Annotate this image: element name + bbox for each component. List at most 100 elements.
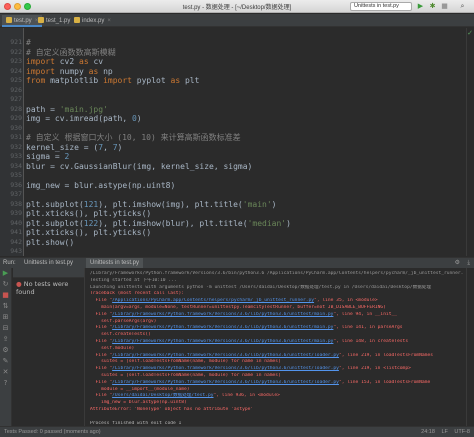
rerun-failed-icon[interactable]: ↻ <box>0 279 11 290</box>
code-line[interactable]: 938 plt.subplot(121), plt.imshow(img), pl… <box>10 200 464 210</box>
test-tree-header <box>13 268 84 278</box>
console-scrollbar[interactable] <box>466 268 474 426</box>
console-line: File "/Library/Frameworks/Python.framewo… <box>90 311 398 317</box>
warning-icon: ● <box>16 280 22 288</box>
line-number: 928 <box>10 104 22 113</box>
console-line: suites = [self.loadTestsFromName(name, m… <box>90 372 281 378</box>
line-number: 936 <box>10 180 22 189</box>
code-line[interactable]: 939 plt.xticks(), plt.yticks() <box>10 209 464 219</box>
export-icon[interactable]: ⇪ <box>0 334 11 345</box>
pin-icon[interactable]: ✎ <box>0 356 11 367</box>
code-line[interactable]: 928 path = 'main.jpg' <box>10 104 464 115</box>
console-line: File "/Library/Frameworks/Python.framewo… <box>90 338 409 344</box>
code-line[interactable]: 926 <box>10 86 464 96</box>
line-number: 931 <box>10 133 22 141</box>
code-line[interactable]: 925 from matplotlib import pyplot as plt <box>10 76 464 86</box>
code-line[interactable]: 941 plt.xticks(), plt.yticks() <box>10 228 464 238</box>
editor-tabbar: test.py× test_1.py× index.py× <box>0 14 474 27</box>
line-number: 939 <box>10 209 22 217</box>
code-text: # <box>26 38 31 47</box>
line-number: 924 <box>10 66 22 75</box>
code-line[interactable]: 932 kernel_size = (7, 7) <box>10 142 464 153</box>
close-tab-icon[interactable]: × <box>107 18 111 24</box>
code-line[interactable]: 931 # 自定义 根据窗口大小 (10, 10) 来计算高斯函数标准差 <box>10 133 464 143</box>
code-line[interactable]: 929 img = cv.imread(path, 0) <box>10 114 464 124</box>
status-message[interactable]: Tests Passed: 0 passed (moments ago) <box>4 427 101 437</box>
code-text: plt.xticks(), plt.yticks() <box>26 228 152 237</box>
line-number: 942 <box>10 237 22 246</box>
status-right: 24:18 LF UTF-8 <box>416 427 470 437</box>
code-text: plt.subplot(122), plt.imshow(blur), plt.… <box>26 218 291 228</box>
expand-icon[interactable]: ⊞ <box>0 312 11 323</box>
console-line: File "/Library/Frameworks/Python.framewo… <box>90 352 433 358</box>
code-text: img_new = blur.astype(np.uint8) <box>26 180 176 190</box>
play-icon[interactable]: ▶ <box>416 2 425 11</box>
code-line[interactable]: 935 <box>10 171 464 181</box>
code-text: kernel_size = (7, 7) <box>26 142 123 152</box>
code-editor[interactable]: 921 #922 # 自定义函数数高斯模糊 923 import cv2 as cv 92… <box>0 28 474 285</box>
stop-icon[interactable]: ■ <box>0 290 11 301</box>
status-bar: Tests Passed: 0 passed (moments ago) 24:… <box>0 426 474 437</box>
line-number: 930 <box>10 123 22 132</box>
code-text: import cv2 as cv <box>26 57 104 66</box>
console-line: File "/Users/daidai/Desktop/数据处理/test.py… <box>90 393 280 399</box>
tab-index-py[interactable]: index.py × <box>70 15 115 27</box>
code-line[interactable]: 924 import numpy as np <box>10 67 464 77</box>
console-line: self.parseArgs(argv) <box>90 318 157 324</box>
console-line: File "/Applications/PyCharm.app/Contents… <box>90 298 378 304</box>
stop-icon[interactable]: ■ <box>440 2 449 11</box>
collapse-icon[interactable]: ⊟ <box>0 323 11 334</box>
close-icon[interactable]: ✕ <box>0 367 11 378</box>
file-encoding[interactable]: UTF-8 <box>454 429 470 435</box>
caret-position[interactable]: 24:18 <box>421 429 435 435</box>
run-side-toolbar: ▶ ↻ ■ ⇅ ⊞ ⊟ ⇪ ⚙ ✎ ✕ ? <box>0 268 12 426</box>
console-line: File "/Library/Frameworks/Python.framewo… <box>90 325 403 331</box>
sort-icon[interactable]: ⇅ <box>0 301 11 312</box>
code-line[interactable]: 927 <box>10 95 464 105</box>
line-number: 921 <box>10 38 22 46</box>
code-text: path = 'main.jpg' <box>26 104 108 114</box>
rerun-icon[interactable]: ▶ <box>0 268 11 279</box>
python-file-icon <box>6 17 12 23</box>
help-icon[interactable]: ? <box>0 378 11 389</box>
no-tests-item[interactable]: ● No tests were found <box>13 280 84 296</box>
code-text: # 自定义 根据窗口大小 (10, 10) 来计算高斯函数标准差 <box>26 133 241 142</box>
console-line: suites = [self.loadTestsFromName(name, m… <box>90 359 281 365</box>
code-line[interactable]: 934 blur = cv.GaussianBlur(img, kernel_si… <box>10 162 464 172</box>
code-line[interactable]: 943 <box>10 247 464 257</box>
line-separator[interactable]: LF <box>441 429 447 435</box>
search-icon[interactable]: ⌕ <box>458 2 467 11</box>
window-titlebar: test.py - 数据处理 - [~/Desktop/数据处理] Unitte… <box>0 0 474 13</box>
code-text: from matplotlib import pyplot as plt <box>26 76 200 85</box>
code-text: plt.xticks(), plt.yticks() <box>26 209 152 218</box>
line-number: 937 <box>10 190 22 198</box>
line-number: 932 <box>10 142 22 151</box>
editor-scrollbar[interactable]: ✓ <box>466 28 474 256</box>
code-line[interactable]: 923 import cv2 as cv <box>10 57 464 67</box>
tab-label: index.py <box>82 18 105 24</box>
code-line[interactable]: 936 img_new = blur.astype(np.uint8) <box>10 180 464 191</box>
console-line: main(argv=args, module=None, testRunner=… <box>90 304 386 310</box>
code-text: plt.show() <box>26 237 75 247</box>
code-line[interactable]: 937 <box>10 190 464 200</box>
console-line: AttributeError: 'NoneType' object has no… <box>90 406 254 412</box>
code-line[interactable]: 940 plt.subplot(122), plt.imshow(blur), p… <box>10 218 464 229</box>
console-line: self.createTests() <box>90 332 151 338</box>
python-file-icon <box>38 17 44 23</box>
code-text: img = cv.imread(path, 0) <box>26 114 142 123</box>
line-number: 938 <box>10 199 22 208</box>
code-line[interactable]: 933 sigma = 2 <box>10 152 464 162</box>
line-number: 943 <box>10 247 22 255</box>
code-line[interactable]: 930 <box>10 124 464 134</box>
run-config-select[interactable]: Unittests in test.py <box>350 2 412 11</box>
code-area[interactable]: 921 #922 # 自定义函数数高斯模糊 923 import cv2 as cv 92… <box>10 38 464 285</box>
bug-icon[interactable]: ✱ <box>428 2 437 11</box>
console-output[interactable]: /Library/Frameworks/Python.framework/Ver… <box>86 268 466 426</box>
line-number: 927 <box>10 95 22 103</box>
code-line[interactable]: 922 # 自定义函数数高斯模糊 <box>10 48 464 58</box>
code-line[interactable]: 921 # <box>10 38 464 48</box>
test-results-tree: ● No tests were found <box>13 268 85 426</box>
code-line[interactable]: 942 plt.show() <box>10 237 464 248</box>
settings-icon[interactable]: ⚙ <box>0 345 11 356</box>
